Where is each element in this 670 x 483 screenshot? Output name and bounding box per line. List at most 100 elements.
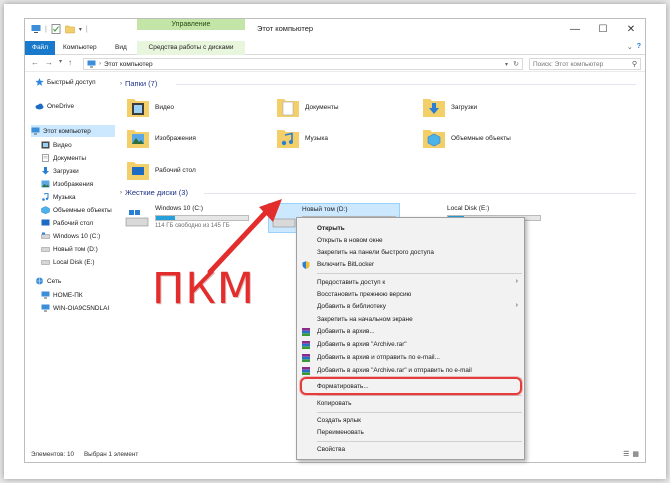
folder-tile-pictures[interactable]: Изображения [126,124,256,152]
folders-group-title: Папки (7) [125,79,158,88]
menu-item-add-to-archive-rar[interactable]: Добавить в архив "Archive.rar" [297,339,524,351]
new-folder-icon[interactable] [65,24,75,34]
search-input[interactable] [530,59,626,69]
address-dropdown-icon[interactable]: ▾ [505,59,508,71]
drive-icon [41,247,50,252]
submenu-arrow-icon: › [515,278,518,285]
format-highlight-annotation [300,377,522,395]
menu-item-label: Открыть в новом окне [317,237,383,244]
quick-access-toolbar: | ▾ | [31,24,88,34]
forward-arrow-icon[interactable]: → [45,58,53,67]
nav-item-home-pc[interactable]: HOME-ПК [41,289,83,301]
nav-item-drive-e[interactable]: Local Disk (E:) [41,256,95,268]
menu-item-label: Закрепить на начальном экране [317,316,413,323]
nav-item-drive-c[interactable]: Windows 10 (C:) [41,230,100,242]
menu-item-pin-quick-access[interactable]: Закрепить на панели быстрого доступа [297,247,524,259]
computer-icon [31,127,40,135]
breadcrumb-chevron-icon[interactable]: › [99,61,101,67]
menu-item-bitlocker[interactable]: Включить BitLocker [297,259,524,271]
menu-item-copy[interactable]: Копировать [297,398,524,410]
menu-item-create-shortcut[interactable]: Создать ярлык [297,415,524,427]
recent-locations-icon[interactable]: ▾ [59,58,62,67]
refresh-icon[interactable]: ↻ [513,59,519,71]
windows-drive-icon [125,210,149,227]
documents-folder-icon [277,99,299,117]
menu-item-archive-and-email[interactable]: Добавить в архив и отправить по e-mail..… [297,352,524,364]
up-arrow-icon[interactable]: ↑ [68,58,72,67]
items-count: Элементов: 10 [31,451,74,458]
details-view-icon[interactable]: ☰ [623,450,629,458]
menu-item-rename[interactable]: Переименовать [297,427,524,439]
menu-item-properties[interactable]: Свойства [297,444,524,456]
tab-computer[interactable]: Компьютер [59,41,101,55]
back-arrow-icon[interactable]: ← [31,58,39,67]
menu-item-open-new-window[interactable]: Открыть в новом окне [297,235,524,247]
folder-tile-desktop[interactable]: Рабочий стол [126,156,256,184]
menu-item-label: Добавить в архив "Archive.rar" и отправи… [317,367,472,374]
collapse-chevron-icon[interactable]: › [120,81,122,87]
nav-item-label: Local Disk (E:) [53,258,95,266]
properties-icon[interactable] [51,24,61,34]
folder-name: Музыка [305,134,328,142]
minimize-button[interactable]: — [561,19,589,39]
menu-item-give-access[interactable]: Предоставить доступ к › [297,277,524,289]
title-bar: | ▾ | Управление Этот компьютер — ☐ ✕ [25,19,645,41]
folder-tile-downloads[interactable]: Загрузки [422,93,552,121]
star-icon [35,78,44,86]
context-menu: Открыть Открыть в новом окне Закрепить н… [296,217,525,460]
contextual-tab-header-label: Управление [171,21,211,28]
menu-item-add-to-library[interactable]: Добавить в библиотеку › [297,301,524,313]
drive-usage-bar [155,215,249,221]
tiles-view-icon[interactable]: ▦ [632,450,639,458]
nav-item-pictures[interactable]: Изображения [41,178,93,190]
drive-name: Windows 10 (C:) [155,205,204,212]
nav-item-drive-d[interactable]: Новый том (D:) [41,243,98,255]
nav-item-quick-access[interactable]: Быстрый доступ [35,76,96,88]
address-row: ← → ▾ ↑ › Этот компьютер ▾ ↻ ⚲ [25,56,645,72]
nav-item-music[interactable]: Музыка [41,191,76,203]
ribbon-controls: ⌄ ? [627,43,641,51]
menu-item-restore-version[interactable]: Восстановить прежнюю версию [297,289,524,301]
winrar-icon [302,341,310,349]
drives-group-header[interactable]: › Жесткие диски (3) [120,188,188,197]
search-icon[interactable]: ⚲ [632,60,637,68]
folder-name: Документы [305,103,339,111]
menu-item-add-to-archive[interactable]: Добавить в архив... [297,326,524,338]
nav-item-label: OneDrive [47,102,74,110]
breadcrumb[interactable]: Этот компьютер [104,61,153,68]
folder-name: Объемные объекты [451,134,511,142]
help-icon[interactable]: ? [637,43,641,51]
nav-item-desktop[interactable]: Рабочий стол [41,217,93,229]
nav-item-win-oia[interactable]: WIN-OIA9C5NDLAI [41,302,115,314]
drive-tile-c[interactable]: Windows 10 (C:) 114 ГБ свободно из 145 Г… [122,203,254,233]
nav-item-this-pc[interactable]: Этот компьютер [31,125,115,137]
folder-tile-music[interactable]: Музыка [276,124,406,152]
nav-item-3d-objects[interactable]: Объемные объекты [41,204,115,216]
nav-item-label: Сеть [47,277,62,285]
folder-tile-documents[interactable]: Документы [276,93,406,121]
tab-disk-tools[interactable]: Средства работы с дисками [137,41,245,55]
menu-item-label: Добавить в архив... [317,328,375,335]
customize-toolbar-icon[interactable]: ▾ [79,26,82,33]
nav-item-documents[interactable]: Документы [41,152,86,164]
menu-item-open[interactable]: Открыть [297,223,524,235]
menu-item-archive-rar-and-email[interactable]: Добавить в архив "Archive.rar" и отправи… [297,365,524,377]
expand-ribbon-icon[interactable]: ⌄ [627,43,633,51]
folder-tile-video[interactable]: Видео [126,93,256,121]
computer-icon[interactable] [31,24,41,34]
nav-item-onedrive[interactable]: OneDrive [35,100,74,112]
menu-item-pin-start[interactable]: Закрепить на начальном экране [297,314,524,326]
nav-item-network[interactable]: Сеть [35,275,61,287]
nav-item-downloads[interactable]: Загрузки [41,165,79,177]
tab-view[interactable]: Вид [111,41,131,55]
close-button[interactable]: ✕ [617,19,645,39]
shield-icon [302,261,310,269]
tab-file[interactable]: Файл [25,41,55,55]
nav-item-video[interactable]: Видео [41,139,72,151]
collapse-chevron-icon[interactable]: › [120,190,122,196]
address-bar[interactable]: › Этот компьютер ▾ ↻ [83,58,523,70]
folder-tile-3d-objects[interactable]: Объемные объекты [422,124,552,152]
nav-item-label: Рабочий стол [53,219,94,227]
folders-group-header[interactable]: › Папки (7) [120,79,157,88]
maximize-button[interactable]: ☐ [589,19,617,39]
